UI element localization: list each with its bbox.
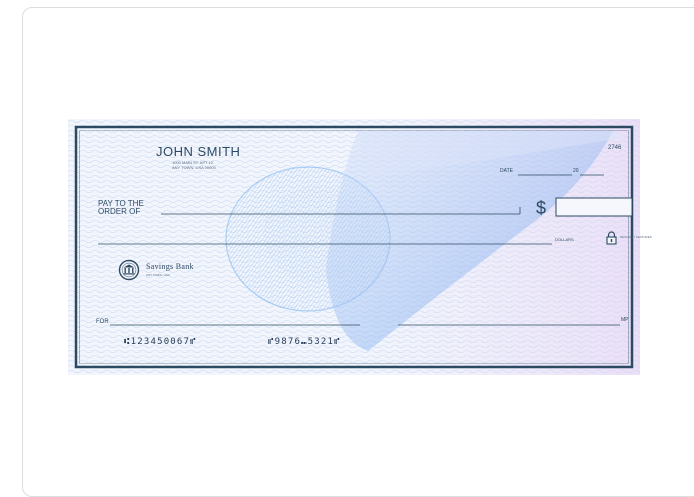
- date-label: DATE: [500, 168, 513, 174]
- payer-address-line2: ANY TOWN, USA 00000: [172, 165, 216, 170]
- bank-seal-icon: [118, 259, 140, 281]
- payer-name: JOHN SMITH: [156, 144, 241, 159]
- bank-name: Savings Bank: [146, 262, 194, 271]
- dollars-label: DOLLARS: [555, 237, 574, 242]
- dollar-sign: $: [536, 198, 547, 218]
- signature-label: MP: [621, 317, 629, 323]
- padlock-icon: [606, 231, 617, 245]
- security-note: SECURITY FEATURES: [620, 235, 652, 239]
- bank-location: ANY TOWN, USA: [146, 273, 170, 277]
- pay-to-label: PAY TO THE ORDER OF: [98, 200, 144, 216]
- micr-routing-number: ⑆123450067⑈: [124, 337, 197, 347]
- pay-to-line2: ORDER OF: [98, 207, 141, 216]
- check-image: JOHN SMITH 1000 MAIN ST. APT 12 ANY TOWN…: [68, 119, 652, 375]
- micr-account-number: ⑈9876⑉5321⑈: [268, 337, 341, 347]
- memo-label: FOR: [96, 319, 109, 325]
- date-year-prefix: 20: [573, 168, 579, 174]
- check-number: 2746: [608, 145, 622, 151]
